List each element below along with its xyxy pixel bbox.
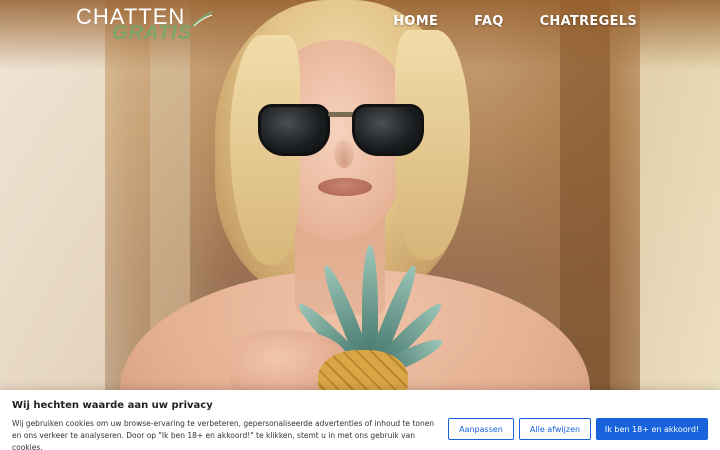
main-nav: HOME FAQ CHATREGELS <box>393 14 637 29</box>
customize-button[interactable]: Aanpassen <box>448 418 514 440</box>
sunglasses-lens-left <box>258 104 330 156</box>
wing-icon <box>190 10 215 28</box>
cookie-title: Wij hechten waarde aan uw privacy <box>12 400 213 411</box>
sunglasses-lens-right <box>352 104 424 156</box>
hero-lips <box>318 178 372 196</box>
nav-item-chatregels[interactable]: CHATREGELS <box>540 14 637 29</box>
accept-button[interactable]: Ik ben 18+ en akkoord! <box>596 418 708 440</box>
hero-background <box>0 0 720 450</box>
cookie-description: Wij gebruiken cookies om uw browse-ervar… <box>12 419 435 450</box>
reject-all-button[interactable]: Alle afwijzen <box>519 418 591 440</box>
site-logo[interactable]: CHATTEN GRATIS <box>76 4 216 44</box>
nav-item-faq[interactable]: FAQ <box>474 14 503 29</box>
sunglasses-bridge <box>328 112 354 117</box>
logo-text-bottom: GRATIS <box>112 22 193 44</box>
nav-item-home[interactable]: HOME <box>393 14 438 29</box>
cookie-banner: Wij hechten waarde aan uw privacy Wij ge… <box>0 390 720 450</box>
sunglasses-icon <box>258 100 428 160</box>
